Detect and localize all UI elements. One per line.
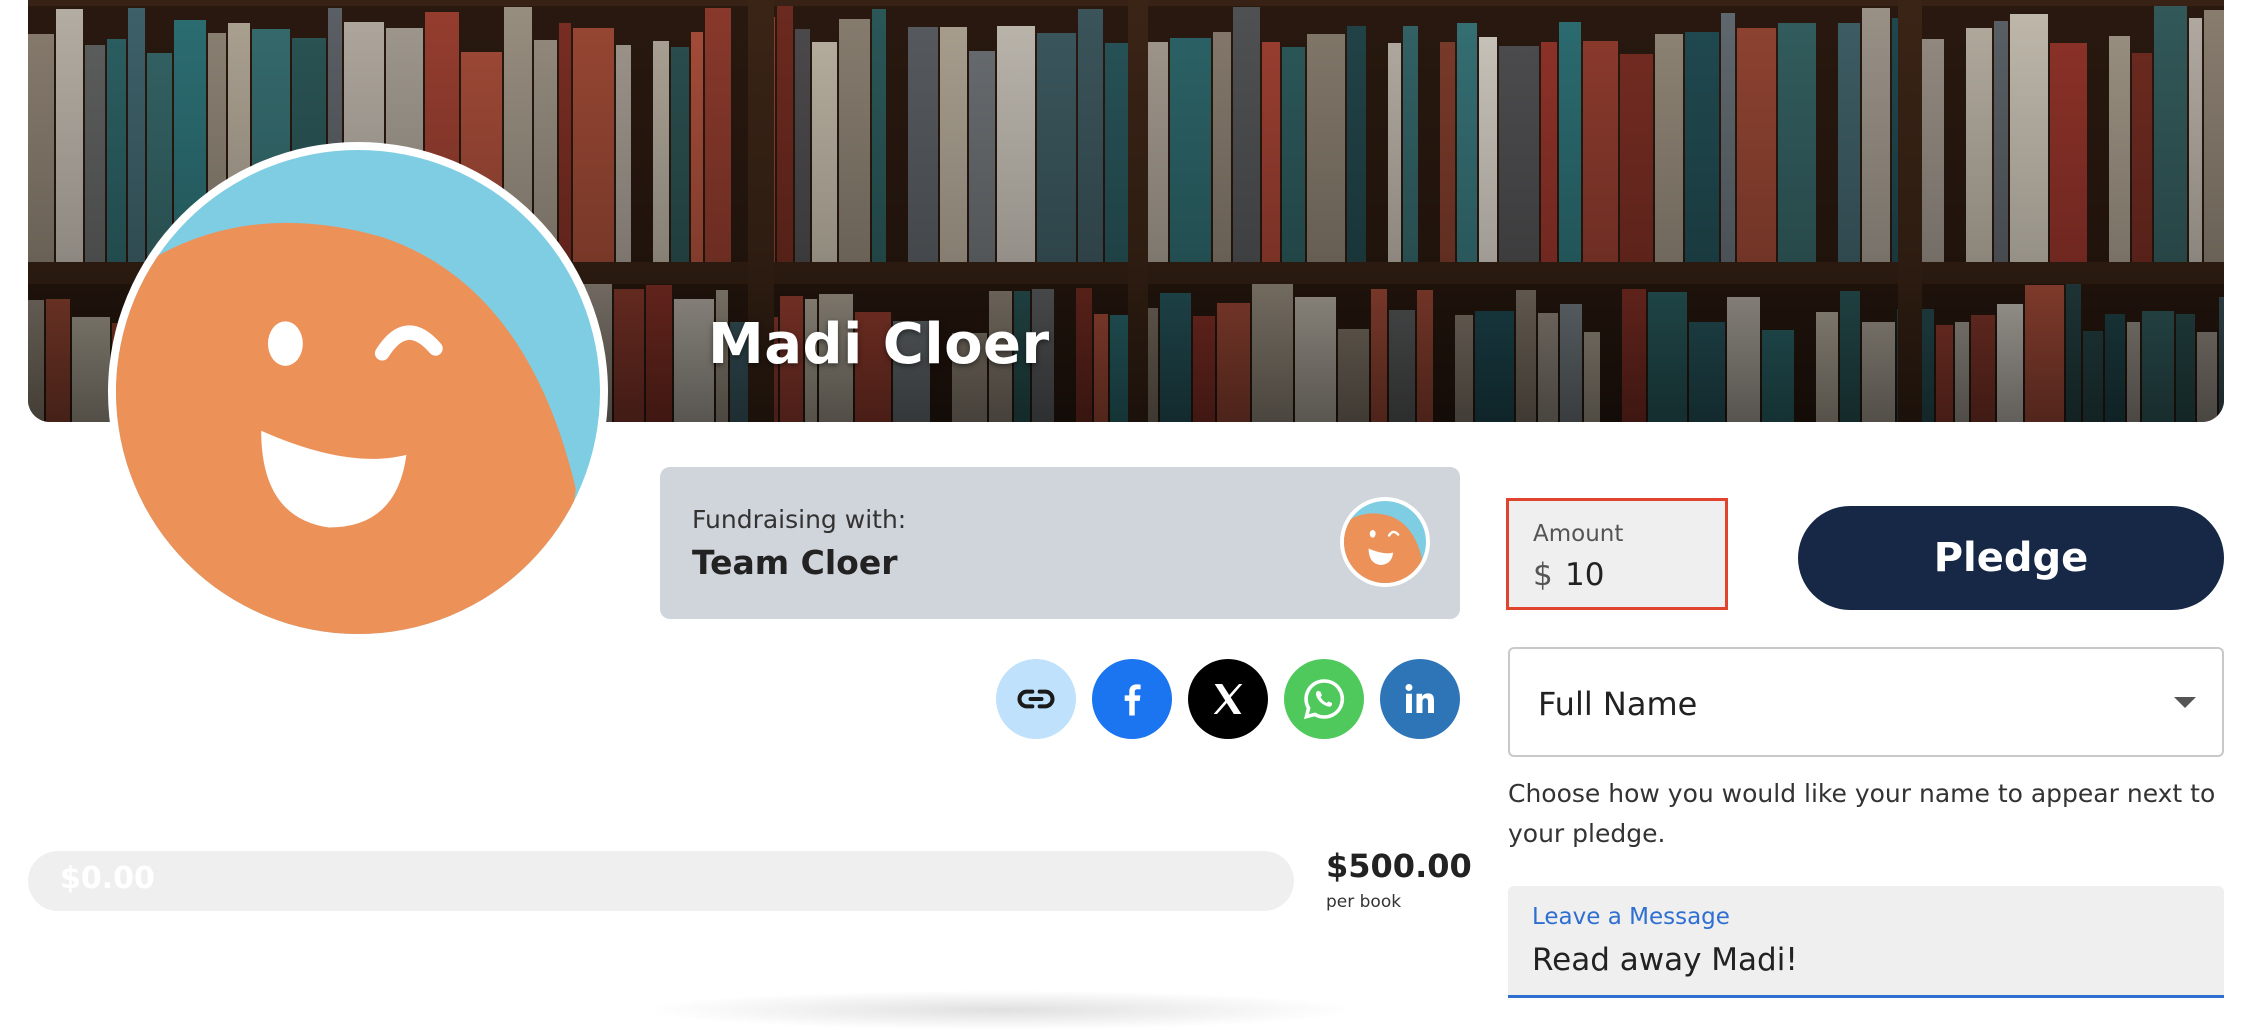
share-whatsapp-button[interactable] (1284, 659, 1364, 739)
share-x-button[interactable] (1188, 659, 1268, 739)
message-field[interactable]: Leave a Message (1508, 886, 2224, 998)
chevron-down-icon (2174, 697, 2196, 708)
winking-face-icon (116, 150, 600, 634)
share-facebook-button[interactable] (1092, 659, 1172, 739)
link-icon (1017, 689, 1055, 709)
name-display-help-text: Choose how you would like your name to a… (1508, 779, 2216, 848)
whatsapp-icon (1303, 679, 1345, 720)
fundraising-team-card[interactable]: Fundraising with: Team Cloer (660, 467, 1460, 619)
progress-bar: $0.00 (28, 851, 1294, 911)
linkedin-icon (1405, 683, 1434, 713)
amount-field[interactable]: Amount $ (1506, 498, 1728, 610)
x-icon (1213, 684, 1243, 714)
copy-link-button[interactable] (996, 659, 1076, 739)
name-display-select[interactable]: Full Name (1508, 647, 2224, 757)
participant-name: Madi Cloer (708, 312, 1050, 377)
amount-label: Amount (1533, 521, 1624, 547)
amount-input[interactable] (1565, 553, 1705, 597)
currency-symbol: $ (1533, 557, 1553, 593)
fundraising-label: Fundraising with: (692, 505, 907, 534)
team-name: Team Cloer (692, 543, 898, 582)
share-linkedin-button[interactable] (1380, 659, 1460, 739)
name-display-value: Full Name (1538, 685, 1698, 723)
footer-shadow (640, 990, 1360, 1030)
pledge-button[interactable]: Pledge (1798, 506, 2224, 610)
goal-unit: per book (1326, 892, 1402, 912)
winking-face-icon (1344, 501, 1426, 583)
message-input[interactable] (1532, 938, 2192, 982)
team-avatar (1340, 497, 1430, 587)
facebook-icon (1124, 684, 1141, 716)
raised-amount: $0.00 (60, 861, 155, 896)
participant-avatar (108, 142, 608, 642)
goal-amount: $500.00 (1326, 847, 1472, 885)
message-label: Leave a Message (1532, 904, 1730, 930)
